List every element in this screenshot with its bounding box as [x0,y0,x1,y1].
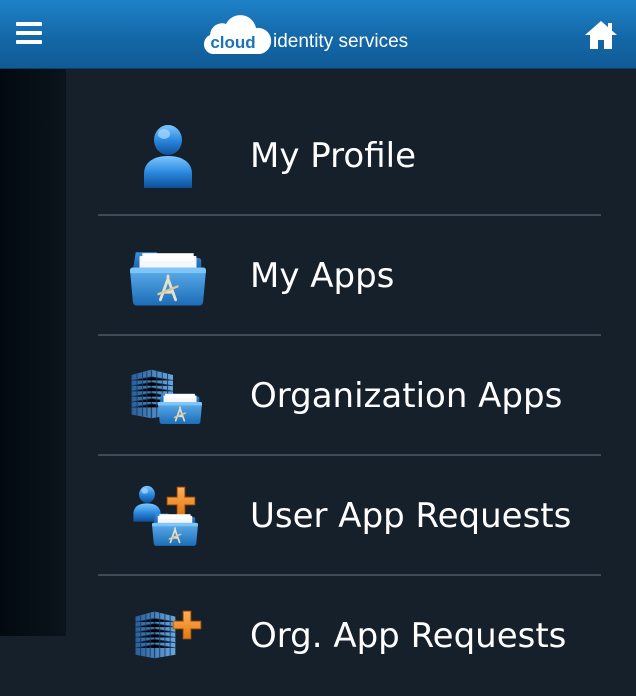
menu-item-label: My Profile [250,136,416,176]
organization-apps-icon [130,368,202,425]
menu-item-organization-apps[interactable]: Organization Apps [98,337,601,456]
menu-item-label: Organization Apps [250,376,563,416]
menu-item-org-app-requests[interactable]: Org. App Requests [98,577,601,696]
menu-item-my-profile[interactable]: My Profile [98,97,601,216]
divider [98,334,601,336]
home-icon[interactable] [583,18,619,52]
menu-item-label: My Apps [250,256,395,296]
hamburger-menu-icon[interactable] [14,20,46,50]
divider [98,574,601,576]
menu-bar-line [16,22,42,26]
menu-bar-line [16,31,42,35]
sidebar-strip [0,69,66,636]
menu-item-label: User App Requests [250,496,572,536]
logo-service-text: identity services [273,31,409,52]
menu-item-user-app-requests[interactable]: User App Requests [98,457,601,576]
divider [98,214,601,216]
menu-item-label: Org. App Requests [250,616,567,656]
main-menu: My Profile My Apps Organization Apps Use… [66,69,636,659]
user-icon [144,125,192,188]
logo-cloud-word: cloud [210,33,256,52]
app-header: cloud identity services [0,0,636,69]
user-app-request-icon [133,485,198,547]
app-folder-icon [130,250,206,307]
divider [98,454,601,456]
menu-item-my-apps[interactable]: My Apps [98,217,601,336]
menu-bar-line [16,40,42,44]
org-app-request-icon [134,610,202,659]
